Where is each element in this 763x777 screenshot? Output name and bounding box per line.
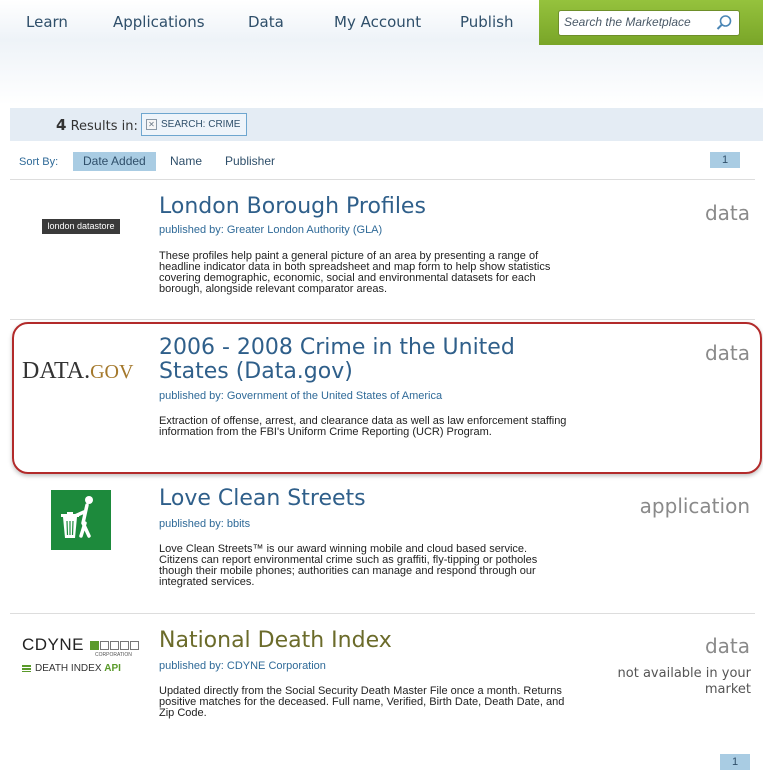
item-description: Extraction of offense, arrest, and clear…	[159, 415, 567, 438]
london-datastore-logo: london datastore	[42, 219, 120, 234]
item-description: Updated directly from the Social Securit…	[159, 685, 565, 719]
cdyne-logo: CDYNE CORPORATION DEATH INDEX API	[22, 635, 142, 680]
logo-square	[110, 641, 120, 650]
nav-my-account[interactable]: My Account	[334, 13, 421, 31]
bars-icon	[22, 664, 31, 672]
results-bar: 4 Results in: ✕ SEARCH: CRIME	[10, 108, 763, 141]
item-title[interactable]: National Death Index	[159, 629, 392, 653]
logo-square	[100, 641, 110, 650]
item-publisher[interactable]: published by: bbits	[159, 518, 250, 530]
sort-bar: Sort By: Date Added Name Publisher 1	[0, 150, 763, 174]
page-button-bottom[interactable]: 1	[720, 754, 750, 770]
item-publisher[interactable]: published by: CDYNE Corporation	[159, 660, 326, 672]
item-title[interactable]: 2006 - 2008 Crime in the United States (…	[159, 336, 539, 384]
item-type: data	[704, 201, 750, 225]
item-type: application	[639, 494, 750, 518]
nav-learn[interactable]: Learn	[26, 13, 68, 31]
logo-square	[120, 641, 130, 650]
filter-tag-label: SEARCH: CRIME	[161, 119, 241, 130]
datagov-logo-main: DATA.	[22, 358, 91, 384]
results-label: Results in:	[70, 119, 138, 134]
divider	[10, 613, 755, 614]
results-number: 4	[56, 116, 67, 134]
cdyne-logo-sub: DEATH INDEX API	[22, 663, 121, 674]
sort-publisher[interactable]: Publisher	[215, 152, 285, 171]
divider	[10, 319, 755, 320]
logo-square	[90, 641, 100, 650]
cdyne-logo-word: CDYNE	[22, 635, 85, 654]
sort-date-added[interactable]: Date Added	[73, 152, 156, 171]
item-publisher[interactable]: published by: Greater London Authority (…	[159, 224, 382, 236]
item-description: Love Clean Streets™ is our award winning…	[159, 543, 538, 588]
search-placeholder: Search the Marketplace	[564, 15, 691, 29]
search-icon[interactable]	[715, 14, 733, 32]
close-icon[interactable]: ✕	[146, 119, 157, 130]
sort-name[interactable]: Name	[160, 152, 212, 171]
datagov-logo-accent: GOV	[90, 361, 134, 383]
litter-bin-icon	[61, 496, 93, 538]
item-publisher[interactable]: published by: Government of the United S…	[159, 390, 442, 402]
results-count: 4 Results in:	[56, 116, 138, 134]
nav-data[interactable]: Data	[248, 13, 284, 31]
nav-applications[interactable]: Applications	[113, 13, 205, 31]
cdyne-logo-api: API	[104, 663, 121, 674]
cdyne-logo-sub-text: DEATH INDEX	[35, 663, 102, 674]
search-panel: Search the Marketplace	[539, 0, 763, 45]
page-button-top[interactable]: 1	[710, 152, 740, 168]
logo-square	[130, 641, 140, 650]
availability-note: not available in your market	[617, 666, 751, 697]
datagov-logo: DATA.GOV	[22, 358, 133, 385]
search-input[interactable]: Search the Marketplace	[558, 10, 740, 36]
love-clean-streets-logo	[51, 490, 111, 550]
nav-publish[interactable]: Publish	[460, 13, 513, 31]
divider	[10, 179, 755, 180]
item-type: data	[704, 341, 750, 365]
cdyne-logo-corp: CORPORATION	[95, 652, 132, 658]
sort-by-label: Sort By:	[19, 156, 59, 168]
item-title[interactable]: London Borough Profiles	[159, 195, 426, 219]
item-type: data	[704, 634, 750, 658]
item-title[interactable]: Love Clean Streets	[159, 487, 366, 511]
filter-tag[interactable]: ✕ SEARCH: CRIME	[141, 113, 248, 136]
item-description: These profiles help paint a general pict…	[159, 250, 551, 295]
